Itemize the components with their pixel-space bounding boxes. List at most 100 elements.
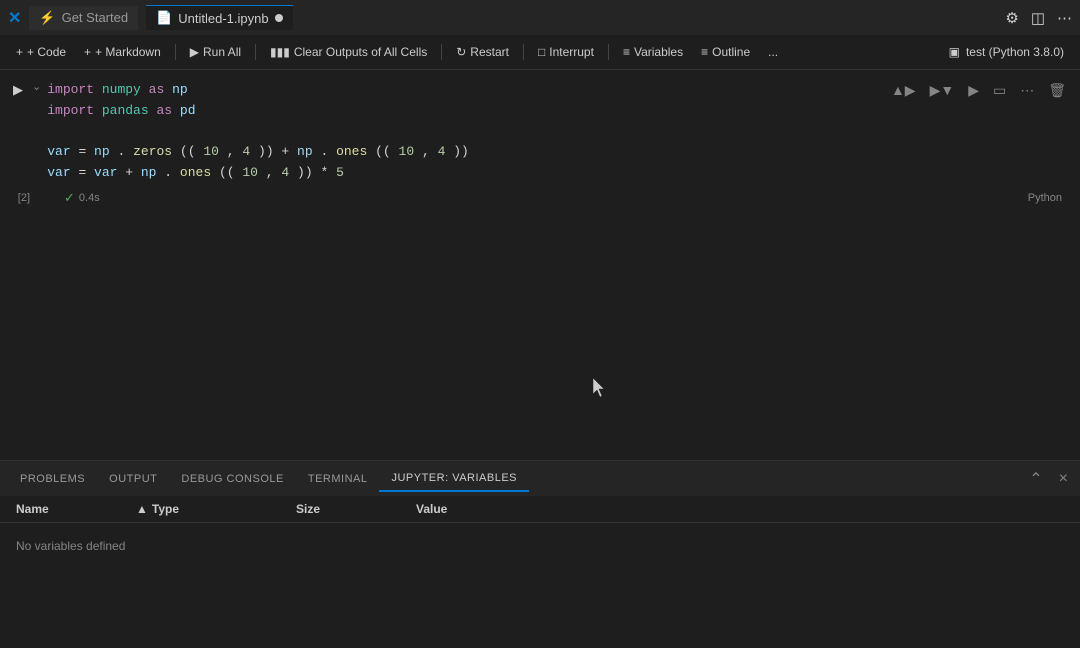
restart-label: Restart [470,45,509,59]
toolbar-separator-5 [608,44,609,60]
notebook-icon: 📄 [156,10,172,26]
jupyter-variables-tab-label: JUPYTER: VARIABLES [391,472,517,484]
num-4-1: 4 [242,144,250,159]
terminal-tab-label: TERMINAL [308,473,368,485]
delete-cell-icon[interactable]: 🗑 [1044,80,1070,101]
title-bar: ✕ ⚡ Get Started 📄 Untitled-1.ipynb ⚙ ◫ ⋯ [0,0,1080,35]
pd-alias: pd [180,103,196,118]
tab-jupyter-variables[interactable]: JUPYTER: VARIABLES [379,466,529,492]
cell-more-icon[interactable]: ⋯ [1016,80,1038,101]
panel-close-button[interactable]: × [1055,468,1072,490]
interrupt-button[interactable]: □ Interrupt [530,42,602,62]
kernel-label: test (Python 3.8.0) [966,45,1064,59]
add-markdown-button[interactable]: + + Markdown [76,42,169,62]
ones-func-1: ones [336,144,367,159]
plus-icon: + [16,45,23,59]
num-5: 5 [336,165,344,180]
variables-table-header: Name ▲ Type Size Value [0,496,1080,523]
zeros-func: zeros [133,144,172,159]
add-code-button[interactable]: + + Code [8,42,74,62]
dot-1: . [117,144,125,159]
plus-1: + [125,165,141,180]
kernel-computer-icon: ▣ [949,45,960,59]
tab-output[interactable]: OUTPUT [97,467,169,491]
bottom-panel: PROBLEMS OUTPUT DEBUG CONSOLE TERMINAL J… [0,460,1080,648]
import-keyword-1: import [47,82,94,97]
tab-untitled-label: Untitled-1.ipynb [178,11,268,26]
col-size-header: Size [296,502,416,516]
np-ref-3: np [141,165,157,180]
outline-label: Outline [712,45,750,59]
code-line-4: var = var + np . ones (( 10 , 4 )) * 5 [47,163,1080,184]
tab-debug-console[interactable]: DEBUG CONSOLE [169,467,295,491]
toolbar-separator-4 [523,44,524,60]
ones-func-2: ones [180,165,211,180]
tab-get-started[interactable]: ⚡ Get Started [29,6,138,30]
var-name-2: var [47,165,70,180]
run-cell-icon[interactable]: ▶ [964,80,983,101]
tab-terminal[interactable]: TERMINAL [296,467,380,491]
run-all-button[interactable]: ▶ Run All [182,42,249,62]
paren-3: (( [219,165,235,180]
interrupt-label: Interrupt [549,45,594,59]
tab-untitled-1[interactable]: 📄 Untitled-1.ipynb [146,5,293,30]
collapse-cell-icon[interactable]: ▭ [989,80,1010,101]
toolbar-kernel-section: ▣ test (Python 3.8.0) [941,42,1072,62]
run-below-cells-icon[interactable]: ▶▼ [926,80,959,101]
tab-problems[interactable]: PROBLEMS [8,467,97,491]
col-value-header: Value [416,502,1064,516]
editor-area: ▲▶ ▶▼ ▶ ▭ ⋯ 🗑 ▶ ⌄ import numpy as np imp… [0,70,1080,460]
comma-1: , [227,144,235,159]
restart-icon: ↻ [456,45,466,59]
np-ref-1: np [94,144,110,159]
variables-button[interactable]: ≡ Variables [615,42,691,62]
mouse-cursor [593,378,607,401]
num-10-3: 10 [242,165,258,180]
gear-icon[interactable]: ⚙ [1005,9,1018,27]
problems-tab-label: PROBLEMS [20,473,85,485]
panel-tabs: PROBLEMS OUTPUT DEBUG CONSOLE TERMINAL J… [0,461,1080,496]
kernel-info[interactable]: ▣ test (Python 3.8.0) [941,42,1072,62]
cell-number: [2] [8,192,38,204]
debug-console-tab-label: DEBUG CONSOLE [181,473,283,485]
notebook-toolbar: + + Code + + Markdown ▶ Run All ▮▮▮ Clea… [0,35,1080,70]
restart-button[interactable]: ↻ Restart [448,42,517,62]
np-ref-2: np [297,144,313,159]
sort-icon[interactable]: ▲ [136,502,148,516]
more-icon[interactable]: ⋯ [1057,9,1072,27]
run-all-label: Run All [203,45,241,59]
layout-icon[interactable]: ◫ [1031,9,1045,27]
vscode-logo: ✕ [8,8,21,28]
clear-icon: ▮▮▮ [270,45,290,59]
run-cell-button[interactable]: ▶ [8,80,28,100]
eq-1: = [78,144,94,159]
run-above-cells-icon[interactable]: ▲▶ [887,80,920,101]
var-name-1: var [47,144,70,159]
panel-right-controls: ⌃ × [1025,467,1072,491]
num-10-2: 10 [399,144,415,159]
panel-minimize-button[interactable]: ⌃ [1025,467,1046,491]
toolbar-separator-3 [441,44,442,60]
more-options-button[interactable]: ... [760,42,786,62]
paren-2: (( [375,144,391,159]
cell-success-icon: ✓ [64,190,75,206]
var-ref: var [94,165,117,180]
markdown-plus-icon: + [84,45,91,59]
paren-close-2: )) [453,144,469,159]
variables-label: Variables [634,45,683,59]
cell-toolbar-right: ▲▶ ▶▼ ▶ ▭ ⋯ 🗑 [877,76,1080,105]
num-4-3: 4 [281,165,289,180]
cell-expand-icon[interactable]: ⌄ [32,80,41,93]
cell-time: 0.4s [79,192,100,204]
tab-modified-dot [275,14,283,22]
num-10-1: 10 [203,144,219,159]
clear-outputs-button[interactable]: ▮▮▮ Clear Outputs of All Cells [262,42,435,62]
cell-status-row: [2] ✓ 0.4s Python [0,188,1080,206]
toolbar-separator-1 [175,44,176,60]
variables-table: Name ▲ Type Size Value No variables defi… [0,496,1080,648]
get-started-icon: ⚡ [39,10,55,26]
tab-get-started-label: Get Started [62,10,128,25]
col-type-label: Type [152,502,179,516]
outline-button[interactable]: ≡ Outline [693,42,758,62]
output-tab-label: OUTPUT [109,473,157,485]
